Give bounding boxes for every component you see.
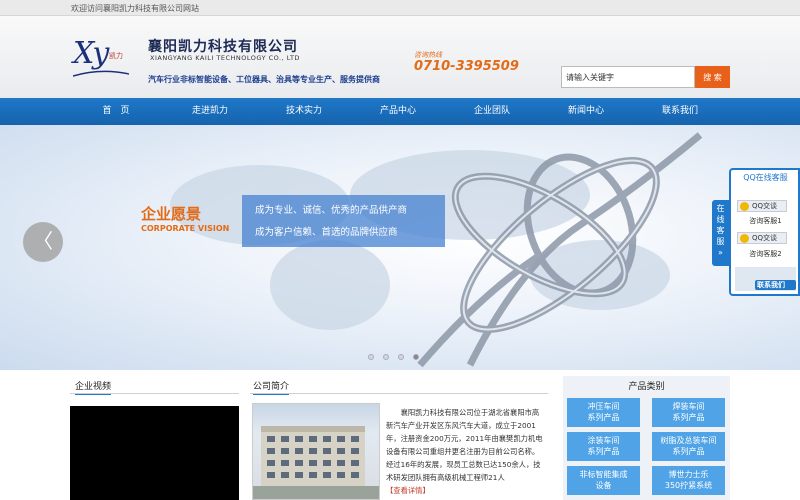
top-welcome-bar: 欢迎访问襄阳凯力科技有限公司网站	[0, 0, 800, 16]
company-slogan: 汽车行业非标智能设备、工位器具、治具等专业生产、服务提供商	[148, 75, 380, 84]
nav-item-technology[interactable]: 技术实力	[274, 98, 334, 125]
banner-prev-arrow-icon[interactable]: 〈	[23, 222, 63, 262]
contact-us-label: 联系我们	[755, 280, 796, 290]
category-bosch-line2: 350拧紧系统	[664, 481, 713, 490]
qq-chat-label-2: QQ交谈	[752, 234, 778, 242]
slide-dot-1[interactable]	[368, 354, 374, 360]
company-logo[interactable]: Xy 凯力	[73, 36, 129, 80]
expand-arrow-icon: »	[718, 248, 723, 257]
qq-chat-label-1: QQ交谈	[752, 202, 778, 210]
category-smart-line2: 设备	[595, 481, 612, 490]
nav-item-contact[interactable]: 联系我们	[650, 98, 710, 125]
category-stamping-line1: 冲压车间	[587, 402, 620, 411]
slide-dot-2[interactable]	[383, 354, 389, 360]
nav-item-home[interactable]: 首 页	[86, 98, 146, 125]
company-intro-text: 襄阳凯力科技有限公司位于湖北省襄阳市高新汽车产业开发区东风汽车大道，成立于200…	[386, 406, 546, 497]
product-category-panel: 产品类别 冲压车间 系列产品 焊装车间 系列产品 涂装车间 系列产品 树脂及总装车间系…	[563, 376, 730, 500]
welcome-text: 欢迎访问襄阳凯力科技有限公司网站	[71, 4, 199, 13]
category-resin-line1: 树脂及总装车间	[660, 436, 717, 445]
category-welding[interactable]: 焊装车间 系列产品	[652, 398, 725, 427]
online-service-tab-label: 在线客服	[716, 204, 725, 246]
intro-body: 襄阳凯力科技有限公司位于湖北省襄阳市高新汽车产业开发区东风汽车大道，成立于200…	[386, 408, 543, 482]
company-video-player[interactable]	[70, 406, 239, 500]
nav-item-products[interactable]: 产品中心	[368, 98, 428, 125]
search-input[interactable]	[561, 66, 695, 88]
qq-penguin-icon	[740, 202, 749, 211]
building-illustration	[253, 426, 379, 499]
search-button[interactable]: 搜 索	[695, 66, 730, 88]
company-building-photo	[252, 403, 380, 500]
qq-service-name-2: 咨询客服2	[749, 250, 782, 258]
qq-service-panel: QQ在线客服 QQ交谈 咨询客服1 QQ交谈 咨询客服2 联系我们	[729, 168, 800, 296]
category-resin-line2: 系列产品	[672, 447, 705, 456]
category-painting-line2: 系列产品	[587, 447, 620, 456]
logo-mark-text: Xy	[73, 36, 109, 71]
qq-penguin-icon	[740, 234, 749, 243]
category-bosch-rexroth[interactable]: 博世力士乐 350拧紧系统	[652, 466, 725, 495]
main-nav: 首 页 走进凯力 技术实力 产品中心 企业团队 新闻中心 联系我们	[0, 98, 800, 125]
category-welding-line2: 系列产品	[672, 413, 705, 422]
nav-item-about[interactable]: 走进凯力	[180, 98, 240, 125]
section-title-products: 产品类别	[628, 382, 665, 392]
category-smart-equipment[interactable]: 非标智能集成 设备	[567, 466, 640, 495]
category-stamping[interactable]: 冲压车间 系列产品	[567, 398, 640, 427]
nav-item-team[interactable]: 企业团队	[462, 98, 522, 125]
slide-dot-4[interactable]	[413, 354, 419, 360]
category-stamping-line2: 系列产品	[587, 413, 620, 422]
qq-panel-title: QQ在线客服	[743, 173, 788, 182]
vision-title: 企业愿景	[141, 205, 202, 223]
vision-line-1: 成为专业、诚信、优秀的产品供产商	[255, 205, 408, 216]
section-divider-video	[70, 393, 239, 394]
site-header: Xy 凯力 襄阳凯力科技有限公司 XIANGYANG KAILI TECHNOL…	[0, 16, 800, 98]
category-resin-assembly[interactable]: 树脂及总装车间 系列产品	[652, 432, 725, 461]
category-painting[interactable]: 涂装车间 系列产品	[567, 432, 640, 461]
hero-banner[interactable]: 企业愿景 CORPORATE VISION 成为专业、诚信、优秀的产品供产商 成…	[0, 125, 800, 370]
qq-chat-button-1[interactable]: QQ交谈	[737, 200, 787, 212]
view-details-link[interactable]: 【查看详情】	[386, 486, 430, 495]
category-painting-line1: 涂装车间	[587, 436, 620, 445]
category-smart-line1: 非标智能集成	[579, 470, 628, 479]
logo-swoosh-icon	[73, 70, 129, 77]
company-name-en: XIANGYANG KAILI TECHNOLOGY CO., LTD	[150, 54, 300, 62]
section-divider-intro	[250, 393, 548, 394]
hotline-number: 0710-3395509	[414, 59, 519, 74]
logo-mark-subtext: 凯力	[109, 52, 123, 60]
contact-us-banner[interactable]: 联系我们	[735, 267, 796, 291]
qq-service-name-1: 咨询客服1	[749, 217, 782, 225]
vision-subtitle: CORPORATE VISION	[141, 224, 230, 233]
online-service-tab[interactable]: 在线客服 »	[712, 200, 729, 266]
nav-item-news[interactable]: 新闻中心	[556, 98, 616, 125]
vision-line-2: 成为客户信赖、首选的品牌供应商	[255, 227, 398, 238]
slide-dot-3[interactable]	[398, 354, 404, 360]
category-welding-line1: 焊装车间	[672, 402, 705, 411]
company-name-cn: 襄阳凯力科技有限公司	[148, 39, 298, 55]
banner-world-map-rings-graphic	[170, 132, 703, 368]
category-bosch-line1: 博世力士乐	[668, 470, 709, 479]
banner-pagination	[368, 353, 428, 363]
qq-chat-button-2[interactable]: QQ交谈	[737, 232, 787, 244]
